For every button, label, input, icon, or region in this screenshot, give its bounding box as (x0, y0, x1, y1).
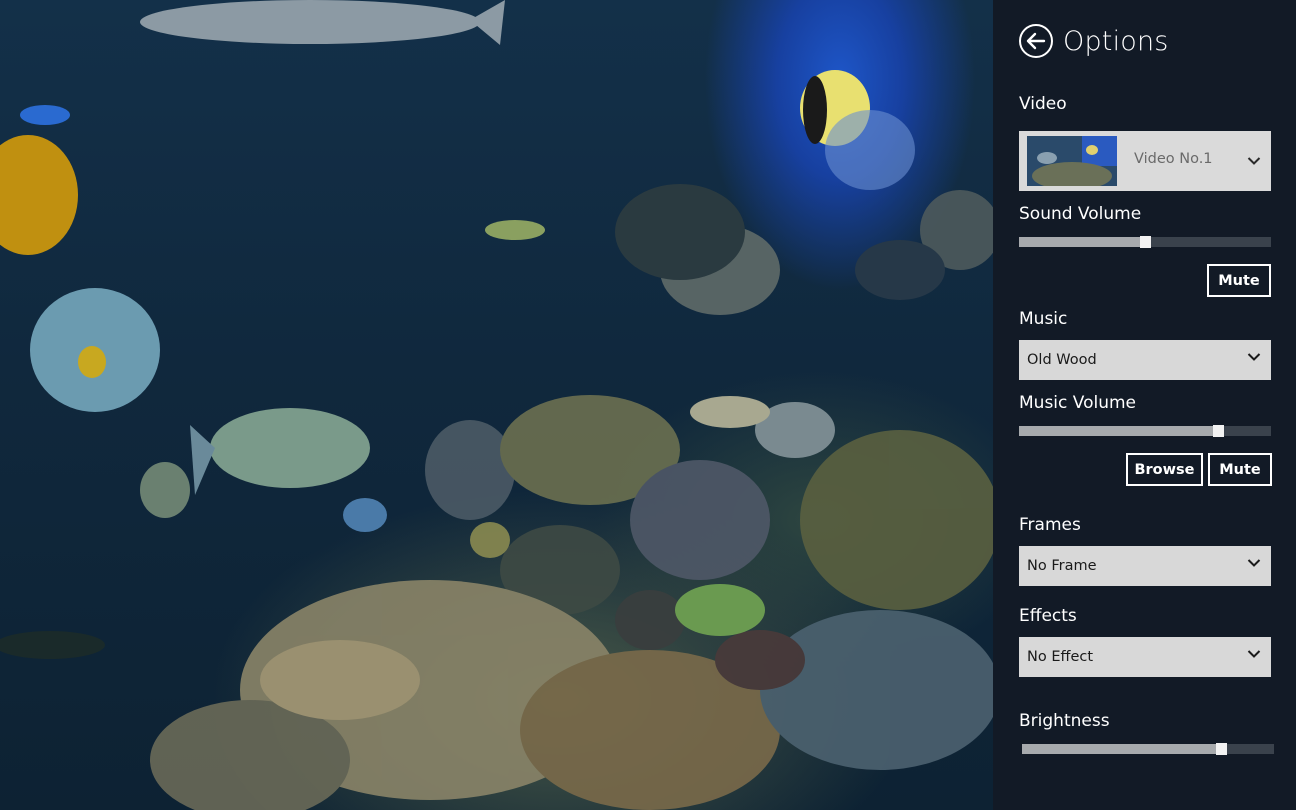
music-volume-thumb[interactable] (1213, 425, 1224, 437)
chevron-down-icon (1247, 157, 1261, 165)
chevron-down-icon (1247, 650, 1261, 658)
music-volume-slider[interactable] (1019, 425, 1271, 437)
back-button[interactable] (1019, 24, 1053, 58)
effects-select[interactable]: No Effect (1019, 637, 1271, 677)
brightness-fill (1022, 744, 1221, 754)
music-mute-button[interactable]: Mute (1208, 453, 1272, 486)
options-header: Options (1019, 24, 1169, 58)
video-select-value: Video No.1 (1134, 151, 1213, 167)
video-thumbnail (1027, 136, 1117, 186)
music-select-value: Old Wood (1027, 352, 1097, 368)
video-select[interactable]: Video No.1 (1019, 131, 1271, 191)
video-label: Video (1019, 94, 1067, 114)
music-label: Music (1019, 309, 1068, 329)
music-volume-fill (1019, 426, 1218, 436)
effects-select-value: No Effect (1027, 649, 1094, 665)
brightness-thumb[interactable] (1216, 743, 1227, 755)
frames-label: Frames (1019, 515, 1081, 535)
music-select[interactable]: Old Wood (1019, 340, 1271, 380)
music-volume-label: Music Volume (1019, 393, 1136, 413)
sound-volume-label: Sound Volume (1019, 204, 1142, 224)
frames-select-value: No Frame (1027, 558, 1097, 574)
aquarium-illustration (0, 0, 993, 810)
page-title: Options (1063, 25, 1169, 57)
sound-mute-button[interactable]: Mute (1207, 264, 1271, 297)
chevron-down-icon (1247, 353, 1261, 361)
sound-volume-thumb[interactable] (1140, 236, 1151, 248)
sound-volume-slider[interactable] (1019, 236, 1271, 248)
aquarium-video-background (0, 0, 993, 810)
brightness-label: Brightness (1019, 711, 1110, 731)
options-panel: Options Video Video No.1 Sound Volume Mu… (993, 0, 1296, 810)
sound-volume-fill (1019, 237, 1145, 247)
effects-label: Effects (1019, 606, 1077, 626)
brightness-slider[interactable] (1022, 743, 1274, 755)
music-browse-button[interactable]: Browse (1126, 453, 1203, 486)
chevron-down-icon (1247, 559, 1261, 567)
back-arrow-icon (1026, 32, 1046, 50)
frames-select[interactable]: No Frame (1019, 546, 1271, 586)
